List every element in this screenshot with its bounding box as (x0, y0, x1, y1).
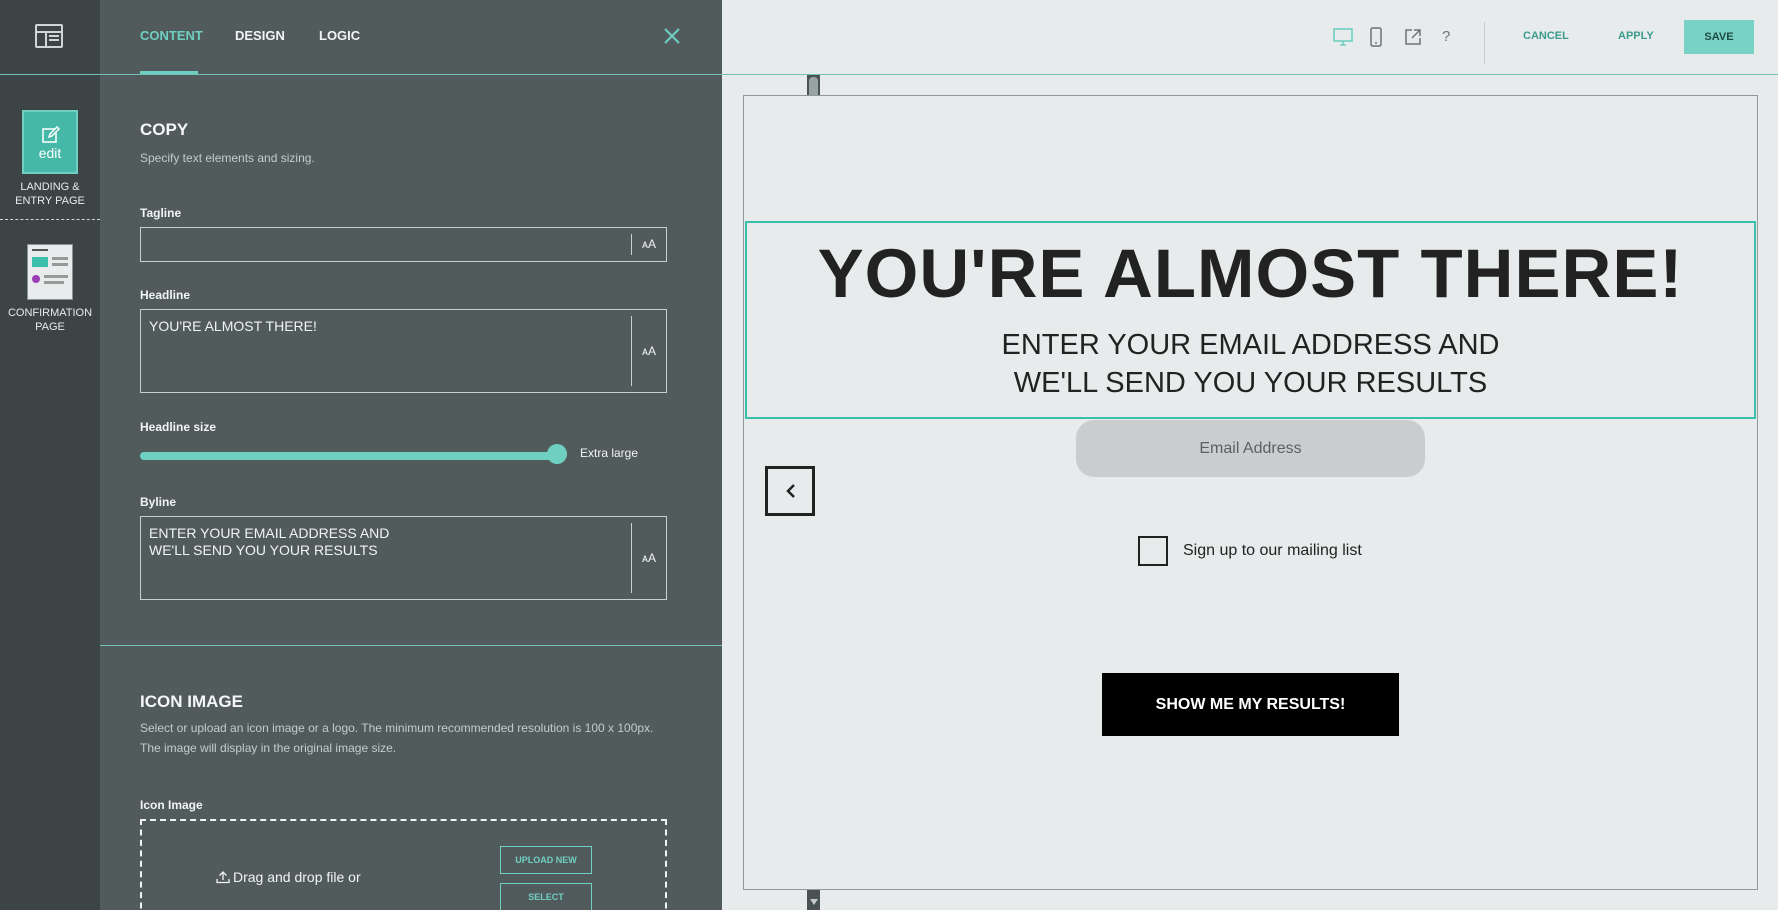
icon-image-section-title: ICON IMAGE (140, 692, 243, 711)
scroll-down-arrow-icon[interactable] (810, 899, 818, 905)
copy-section-title: COPY (140, 120, 189, 139)
page-item-landing[interactable]: edit LANDING & ENTRY PAGE (0, 110, 100, 220)
select-button[interactable]: SELECT (500, 883, 592, 910)
tab-content[interactable]: CONTENT (140, 28, 203, 43)
tab-design[interactable]: DESIGN (235, 28, 285, 43)
headline-field[interactable]: YOU'RE ALMOST THERE! ᴀA (140, 309, 667, 393)
headline-size-slider-thumb[interactable] (547, 444, 567, 464)
tagline-field[interactable]: ᴀA (140, 227, 667, 262)
byline-field[interactable]: ENTER YOUR EMAIL ADDRESS AND WE'LL SEND … (140, 516, 667, 600)
byline-value: ENTER YOUR EMAIL ADDRESS AND WE'LL SEND … (149, 525, 390, 558)
font-size-icon[interactable]: ᴀA (642, 344, 656, 358)
toolbar-divider (1484, 22, 1485, 64)
preview-canvas (743, 95, 1758, 890)
show-results-button[interactable]: SHOW ME MY RESULTS! (1102, 673, 1399, 736)
open-external-icon[interactable] (1403, 27, 1423, 47)
upload-new-button[interactable]: UPLOAD NEW (500, 846, 592, 874)
field-divider (631, 234, 632, 255)
editor-panel: CONTENT DESIGN LOGIC COPY Specify text e… (100, 0, 820, 910)
help-icon[interactable]: ? (1442, 28, 1450, 45)
landing-page-thumbnail[interactable]: edit (22, 110, 78, 174)
desktop-preview-icon[interactable] (1332, 27, 1354, 47)
headline-size-label: Headline size (140, 420, 217, 434)
field-divider (631, 316, 632, 386)
builder-logo-icon (35, 24, 63, 48)
tab-logic[interactable]: LOGIC (319, 28, 360, 43)
back-button[interactable] (765, 466, 815, 516)
mailing-list-checkbox[interactable] (1138, 536, 1168, 566)
save-button[interactable]: SAVE (1684, 20, 1754, 54)
byline-label: Byline (140, 495, 177, 509)
mailing-list-label: Sign up to our mailing list (1183, 542, 1362, 559)
mobile-preview-icon[interactable] (1368, 26, 1384, 48)
headline-size-slider-track[interactable] (140, 452, 556, 460)
headline-label: Headline (140, 288, 191, 302)
landing-page-label: LANDING & ENTRY PAGE (15, 181, 85, 207)
upload-icon (216, 871, 230, 884)
page-item-confirmation[interactable]: CONFIRMATION PAGE (0, 244, 100, 344)
cancel-button[interactable]: CANCEL (1523, 30, 1569, 42)
icon-image-label: Icon Image (140, 798, 203, 812)
section-divider (100, 645, 722, 646)
font-size-icon[interactable]: ᴀA (642, 237, 656, 251)
close-icon[interactable] (660, 24, 684, 48)
headline-size-value: Extra large (580, 446, 639, 460)
icon-image-section-description: Select or upload an icon image or a logo… (140, 721, 654, 755)
preview-headline[interactable]: YOU'RE ALMOST THERE! (745, 234, 1756, 313)
font-size-icon[interactable]: ᴀA (642, 551, 656, 565)
drop-zone-text: Drag and drop file or (233, 869, 361, 885)
editor-tabs: CONTENT DESIGN LOGIC (100, 0, 722, 74)
confirmation-page-label: CONFIRMATION PAGE (7, 307, 93, 333)
email-input[interactable] (1076, 420, 1425, 477)
panel-divider (100, 74, 722, 75)
chevron-left-icon (786, 484, 795, 498)
field-divider (631, 523, 632, 593)
tagline-label: Tagline (140, 206, 182, 220)
edit-label: edit (38, 145, 62, 161)
copy-section-description: Specify text elements and sizing. (140, 151, 315, 165)
toolbar-bottom-divider (722, 74, 1778, 75)
pencil-icon (42, 126, 60, 143)
apply-button[interactable]: APPLY (1618, 30, 1654, 42)
confirmation-page-thumbnail[interactable] (27, 244, 73, 300)
headline-value: YOU'RE ALMOST THERE! (149, 318, 317, 334)
preview-byline[interactable]: ENTER YOUR EMAIL ADDRESS AND WE'LL SEND … (745, 326, 1756, 402)
page-rail: edit LANDING & ENTRY PAGE CONFIRMATION P… (0, 0, 100, 910)
rail-divider (0, 74, 100, 75)
